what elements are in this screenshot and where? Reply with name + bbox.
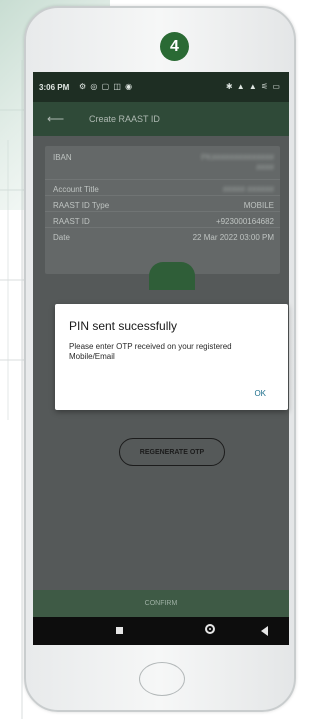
dialog-ok-button[interactable]: OK: [254, 389, 266, 398]
detail-value: MOBILE: [243, 201, 274, 210]
back-icon[interactable]: [261, 626, 268, 636]
page-title: Create RAAST ID: [89, 114, 160, 124]
step-badge: 4: [160, 32, 189, 61]
status-time: 3:06 PM: [39, 83, 70, 92]
detail-label: Date: [53, 233, 70, 242]
detail-row-account-title: Account Title ##### ######: [45, 182, 280, 196]
detail-value: +923000164682: [215, 217, 274, 226]
status-bar: 3:06 PM ⚙ ◎ ▢ ◫ ◉ ✱ ▲ ▲ ⚟ ▭: [33, 72, 289, 102]
android-nav-bar: [33, 617, 289, 645]
detail-row-date: Date 22 Mar 2022 03:00 PM: [45, 230, 280, 244]
detail-row-raast-id-type: RAAST ID Type MOBILE: [45, 198, 280, 212]
detail-value: PK############## ####: [201, 153, 274, 172]
dialog-title: PIN sent sucessfully: [69, 319, 178, 333]
phone-home-button[interactable]: [139, 662, 185, 696]
signal-battery-icons: ✱ ▲ ▲ ⚟ ▭: [225, 82, 281, 91]
pin-sent-dialog: PIN sent sucessfully Please enter OTP re…: [55, 304, 288, 410]
confirm-button[interactable]: CONFIRM: [33, 590, 289, 617]
detail-label: RAAST ID: [53, 217, 90, 226]
detail-value: ##### ######: [222, 185, 274, 194]
otp-pill-background: [149, 262, 195, 290]
detail-label: IBAN: [53, 153, 72, 162]
regenerate-otp-button[interactable]: REGENERATE OTP: [119, 438, 225, 466]
detail-value: 22 Mar 2022 03:00 PM: [192, 233, 274, 242]
home-icon[interactable]: [205, 624, 215, 634]
notification-icons: ⚙ ◎ ▢ ◫ ◉: [79, 82, 134, 91]
detail-row-raast-id: RAAST ID +923000164682: [45, 214, 280, 228]
dialog-message: Please enter OTP received on your regist…: [69, 342, 232, 361]
app-bar: ⟵ Create RAAST ID: [33, 102, 289, 136]
detail-label: Account Title: [53, 185, 99, 194]
back-arrow-icon[interactable]: ⟵: [47, 112, 64, 126]
detail-label: RAAST ID Type: [53, 201, 110, 210]
recent-apps-icon[interactable]: [116, 627, 123, 634]
raast-details-card: IBAN PK############## #### Account Title…: [45, 146, 280, 274]
detail-row-iban: IBAN PK############## ####: [45, 150, 280, 180]
